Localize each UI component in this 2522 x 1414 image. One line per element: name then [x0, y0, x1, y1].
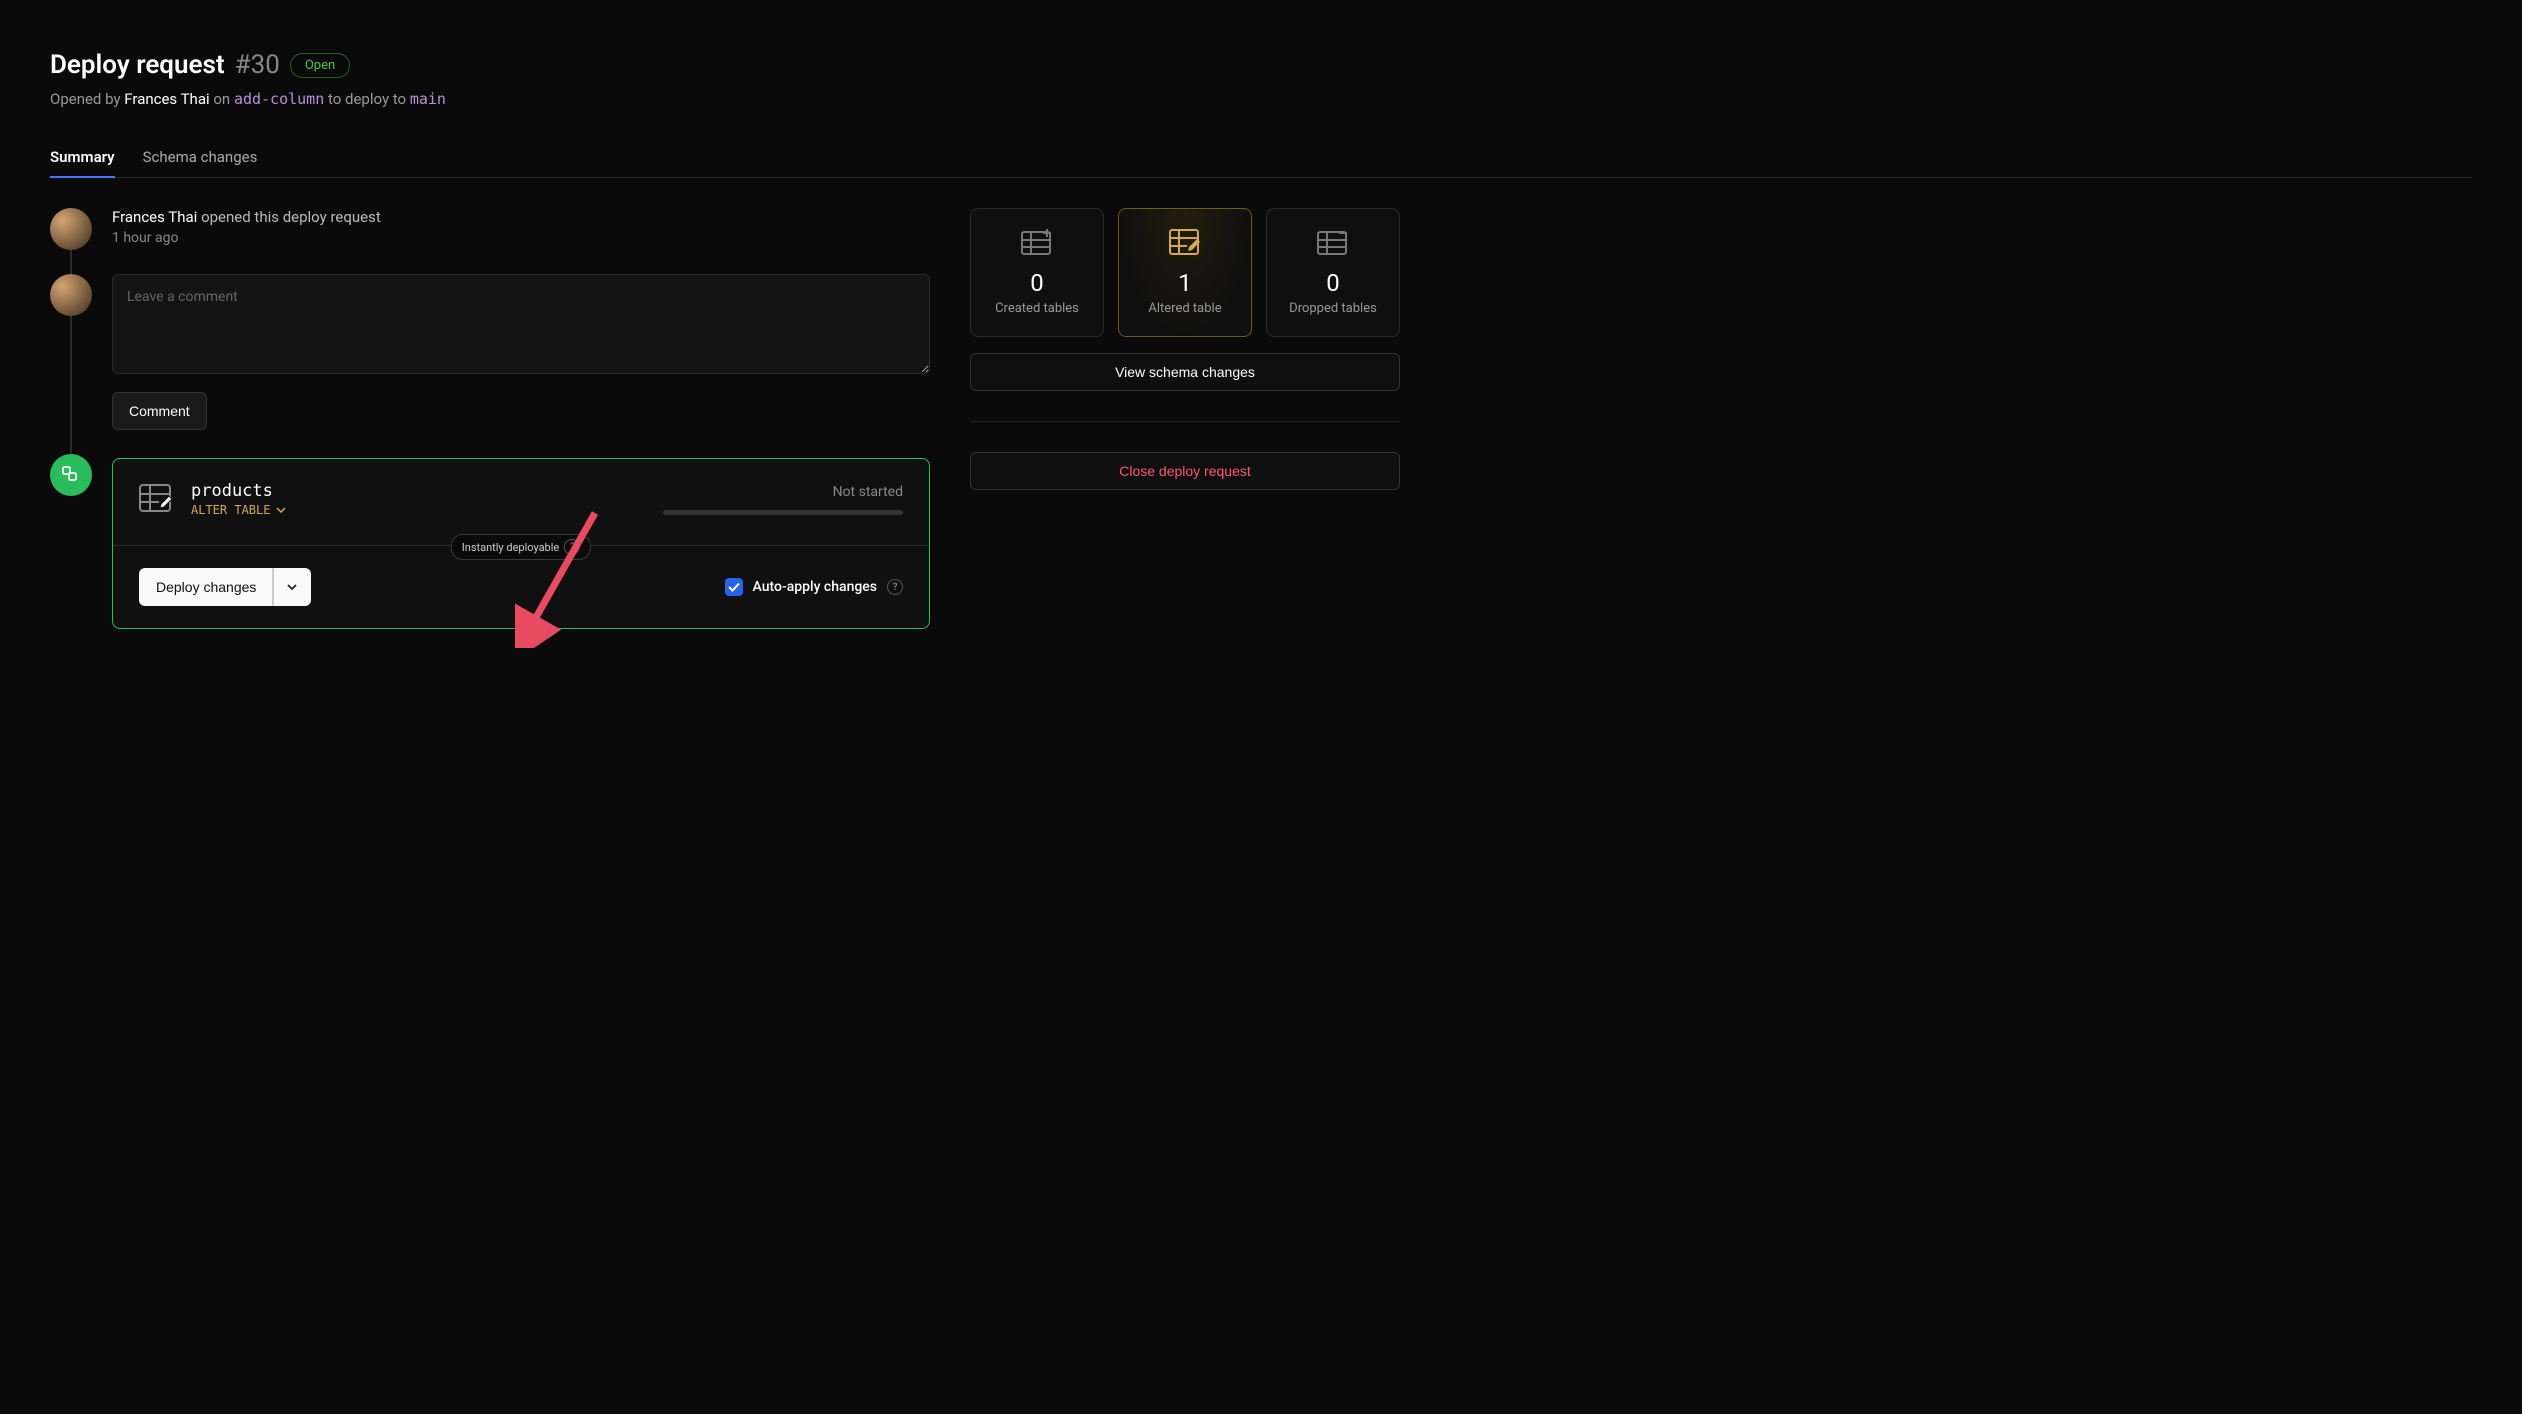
comment-button[interactable]: Comment — [112, 392, 207, 430]
stat-created-tables[interactable]: 0 Created tables — [970, 208, 1104, 337]
stat-value: 0 — [981, 269, 1093, 297]
deploy-progress: Not started — [663, 484, 903, 515]
deploy-to-label: to deploy to — [328, 90, 406, 108]
timeline-deploy-card: products ALTER TABLE Not started — [50, 454, 930, 629]
operation-label: ALTER TABLE — [191, 503, 270, 517]
timeline-connector — [70, 314, 72, 466]
page-header: Deploy request #30 Open Opened by France… — [50, 50, 2472, 108]
event-author[interactable]: Frances Thai — [112, 208, 197, 226]
view-schema-button[interactable]: View schema changes — [970, 353, 1400, 391]
timeline: Frances Thai opened this deploy request … — [50, 208, 930, 629]
deploy-dropdown-button[interactable] — [273, 568, 311, 606]
table-info: products ALTER TABLE — [139, 481, 286, 517]
stat-altered-tables[interactable]: 1 Altered table — [1118, 208, 1252, 337]
status-badge-open: Open — [290, 53, 350, 78]
auto-apply-row: Auto-apply changes ? — [725, 578, 903, 596]
stat-value: 0 — [1277, 269, 1389, 297]
progress-bar — [663, 510, 903, 515]
timeline-comment-form: Comment — [50, 274, 930, 454]
table-add-icon — [1021, 229, 1053, 255]
stat-label: Created tables — [981, 301, 1093, 318]
event-action: opened this deploy request — [201, 208, 381, 226]
close-deploy-request-button[interactable]: Close deploy request — [970, 452, 1400, 490]
table-remove-icon — [1317, 229, 1349, 255]
opened-by-label: Opened by — [50, 90, 121, 108]
avatar[interactable] — [50, 274, 92, 316]
timeline-event-opened: Frances Thai opened this deploy request … — [50, 208, 930, 274]
target-branch[interactable]: main — [410, 90, 446, 108]
auto-apply-checkbox[interactable] — [725, 578, 743, 596]
subtitle: Opened by Frances Thai on add-column to … — [50, 90, 2472, 108]
stat-value: 1 — [1129, 269, 1241, 297]
event-timestamp: 1 hour ago — [112, 230, 930, 246]
chevron-down-icon — [276, 507, 286, 513]
stat-dropped-tables[interactable]: 0 Dropped tables — [1266, 208, 1400, 337]
chevron-down-icon — [286, 583, 298, 591]
help-icon[interactable]: ? — [564, 539, 580, 555]
sidebar-divider — [970, 421, 1400, 422]
main-content: Frances Thai opened this deploy request … — [50, 208, 930, 629]
author-name[interactable]: Frances Thai — [124, 90, 209, 108]
tab-bar: Summary Schema changes — [50, 138, 2472, 178]
help-icon[interactable]: ? — [887, 579, 903, 595]
card-divider: Instantly deployable ? — [113, 545, 929, 546]
sidebar: 0 Created tables 1 Altered table — [970, 208, 1400, 629]
request-number: #30 — [235, 50, 280, 80]
deploy-status-icon — [50, 454, 92, 496]
check-icon — [728, 582, 740, 592]
on-label: on — [213, 90, 230, 108]
comment-input[interactable] — [112, 274, 930, 374]
pill-label: Instantly deployable — [462, 541, 559, 554]
table-edit-icon — [1169, 229, 1201, 255]
avatar[interactable] — [50, 208, 92, 250]
deploy-status-text: Not started — [663, 484, 903, 500]
auto-apply-label: Auto-apply changes — [753, 579, 877, 595]
stat-label: Dropped tables — [1277, 301, 1389, 318]
table-name: products — [191, 481, 286, 501]
page-title: Deploy request — [50, 50, 225, 80]
stats-row: 0 Created tables 1 Altered table — [970, 208, 1400, 337]
merge-icon — [61, 465, 81, 485]
source-branch[interactable]: add-column — [234, 90, 324, 108]
deploy-changes-button[interactable]: Deploy changes — [139, 568, 273, 606]
deploy-button-group: Deploy changes — [139, 568, 311, 606]
instantly-deployable-pill: Instantly deployable ? — [451, 534, 591, 560]
tab-summary[interactable]: Summary — [50, 138, 115, 178]
tab-schema-changes[interactable]: Schema changes — [143, 138, 258, 177]
table-operation[interactable]: ALTER TABLE — [191, 503, 286, 517]
deploy-card: products ALTER TABLE Not started — [112, 458, 930, 629]
stat-label: Altered table — [1129, 301, 1241, 318]
table-edit-icon — [139, 484, 173, 514]
